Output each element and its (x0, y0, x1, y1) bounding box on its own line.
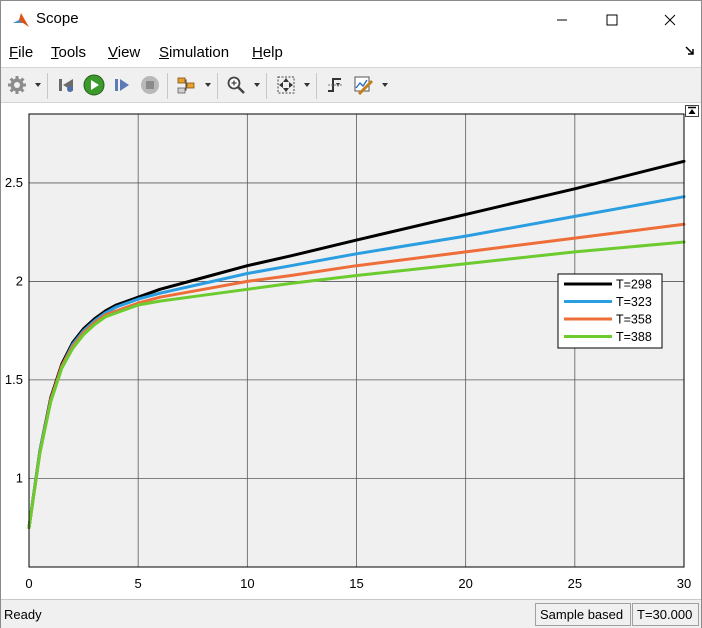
signal-highlight-button[interactable] (175, 74, 197, 96)
menu-tools-mnemonic: T (51, 44, 59, 61)
y-tick-label: 1 (16, 470, 23, 485)
gear-icon (8, 76, 26, 94)
menu-simulation[interactable]: Simulation (159, 44, 229, 61)
maximize-icon (606, 14, 618, 26)
x-tick-label: 0 (25, 576, 32, 591)
x-tick-label: 15 (349, 576, 363, 591)
y-tick-label: 2.5 (5, 175, 23, 190)
toolbar-separator (167, 73, 168, 99)
toolbar-separator (47, 73, 48, 99)
simulation-time-indicator: T=30.000 (632, 603, 699, 626)
menu-file[interactable]: File (9, 44, 33, 61)
measurements-button[interactable] (352, 74, 374, 96)
chevron-down-icon[interactable] (34, 81, 42, 89)
menu-tools-label: ools (58, 44, 87, 61)
sample-mode-indicator: Sample based (535, 603, 631, 626)
scope-chart[interactable]: 0 5 10 15 20 25 30 1 1.5 2 2.5 T=298 T=323 T=358 T=388 (1, 103, 701, 599)
menu-view-mnemonic: V (108, 44, 118, 61)
status-text: Ready (4, 607, 42, 622)
menu-tools[interactable]: Tools (51, 44, 86, 61)
menu-help-label: elp (262, 44, 283, 61)
minimize-button[interactable] (539, 1, 585, 39)
triggers-button[interactable] (324, 74, 346, 96)
menu-simulation-mnemonic: S (159, 44, 170, 61)
toolbar-separator (217, 73, 218, 99)
run-button[interactable] (83, 74, 105, 96)
x-tick-label: 30 (677, 576, 691, 591)
matlab-logo-icon (13, 13, 29, 27)
scope-window: Scope File Tools View Simulation Help 0 … (0, 0, 702, 628)
minimize-icon (557, 19, 567, 21)
dock-arrow-icon[interactable] (685, 46, 695, 56)
menu-bar: File Tools View Simulation Help (1, 39, 701, 67)
chevron-down-icon[interactable] (253, 81, 261, 89)
x-tick-label: 10 (240, 576, 254, 591)
legend-label: T=298 (616, 278, 652, 292)
chevron-down-icon[interactable] (204, 81, 212, 89)
y-tick-label: 1.5 (5, 372, 23, 387)
measurements-icon (354, 76, 373, 95)
settings-button[interactable] (6, 74, 28, 96)
menu-simulation-label: imulation (169, 44, 230, 61)
undock-icon (688, 106, 696, 114)
legend-label: T=358 (616, 313, 652, 327)
step-back-button[interactable] (55, 74, 77, 96)
window-title: Scope (36, 10, 79, 27)
step-forward-button[interactable] (111, 74, 133, 96)
zoom-icon (227, 76, 245, 94)
chevron-down-icon[interactable] (303, 81, 311, 89)
menu-help[interactable]: Help (252, 44, 283, 61)
menu-view[interactable]: View (108, 44, 140, 61)
step-forward-icon (115, 79, 129, 91)
stop-button[interactable] (139, 74, 161, 96)
x-tick-label: 5 (135, 576, 142, 591)
toolbar (1, 67, 701, 103)
zoom-button[interactable] (225, 74, 247, 96)
autoscale-icon (277, 76, 295, 94)
toolbar-separator (316, 73, 317, 99)
triggers-icon (328, 78, 342, 92)
menu-file-label: ile (18, 44, 34, 61)
chevron-down-icon[interactable] (381, 81, 389, 89)
legend[interactable]: T=298 T=323 T=358 T=388 (557, 273, 663, 349)
step-back-icon (59, 79, 73, 92)
menu-view-label: iew (117, 44, 141, 61)
x-tick-label: 25 (568, 576, 582, 591)
stop-icon (141, 76, 159, 94)
status-bar: Ready Sample based T=30.000 (1, 599, 701, 628)
signal-highlight-icon (177, 77, 195, 94)
toolbar-separator (266, 73, 267, 99)
autoscale-button[interactable] (275, 74, 297, 96)
undock-axes-button[interactable] (685, 105, 699, 117)
run-icon (83, 74, 105, 96)
plot-area: 0 5 10 15 20 25 30 1 1.5 2 2.5 T=298 T=323 T=358 T=388 (1, 103, 701, 599)
y-tick-label: 2 (16, 273, 23, 288)
legend-label: T=323 (616, 295, 652, 309)
title-bar[interactable]: Scope (1, 1, 701, 39)
close-button[interactable] (647, 1, 693, 39)
menu-file-mnemonic: F (9, 44, 19, 61)
menu-help-mnemonic: H (252, 44, 263, 61)
legend-label: T=388 (616, 330, 652, 344)
x-tick-label: 20 (458, 576, 472, 591)
maximize-button[interactable] (589, 1, 635, 39)
close-icon (664, 14, 676, 26)
